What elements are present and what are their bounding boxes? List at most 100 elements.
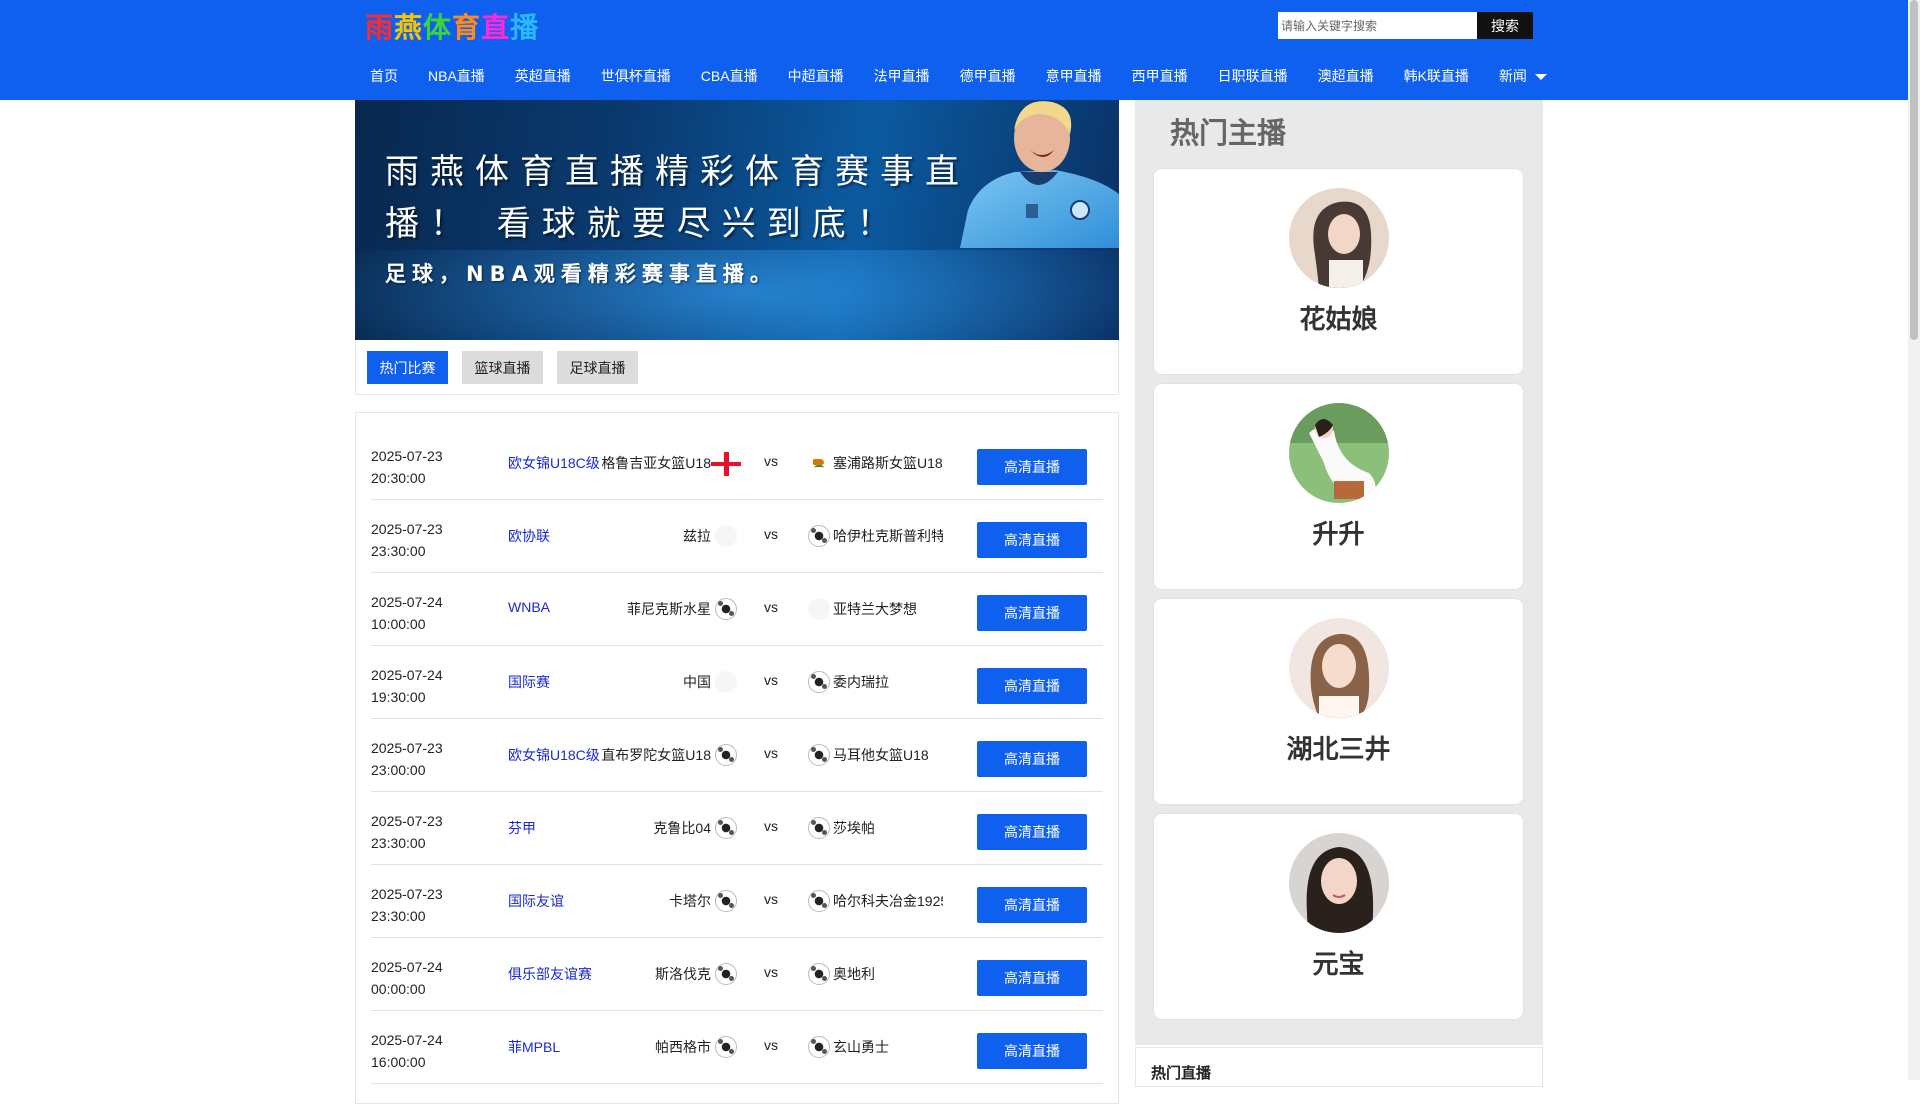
home-team: 兹拉 bbox=[683, 528, 711, 544]
nav-item-k-league[interactable]: 韩K联直播 bbox=[1389, 66, 1484, 86]
logo-char: 播 bbox=[510, 11, 540, 44]
match-date: 2025-07-23 bbox=[371, 886, 443, 902]
chevron-down-icon[interactable] bbox=[1534, 74, 1547, 81]
nav-item-bundesliga[interactable]: 德甲直播 bbox=[945, 66, 1031, 86]
match-datetime: 2025-07-23 23:30:00 bbox=[371, 883, 443, 927]
league-link[interactable]: 国际友谊 bbox=[508, 891, 564, 911]
vs-label: vs bbox=[764, 1037, 778, 1053]
nav-item-ligue1[interactable]: 法甲直播 bbox=[859, 66, 945, 86]
away-team: 玄山勇士 bbox=[833, 1039, 889, 1055]
away-team: 马耳他女篮U18 bbox=[833, 747, 929, 763]
home-team: 格鲁吉亚女篮U18 bbox=[596, 453, 711, 473]
away-team: 哈尔科夫冶金1925 bbox=[833, 893, 943, 909]
home-team: 菲尼克斯水星 bbox=[627, 601, 711, 617]
match-list: 2025-07-23 20:30:00 欧女锦U18C级 格鲁吉亚女篮U18 vs… bbox=[355, 412, 1119, 1104]
nav-item-cba[interactable]: CBA直播 bbox=[686, 66, 773, 86]
soccer-ball-icon bbox=[715, 890, 737, 912]
nav-item-serie-a[interactable]: 意甲直播 bbox=[1031, 66, 1117, 86]
nav-item-premier-league[interactable]: 英超直播 bbox=[500, 66, 586, 86]
search-button[interactable]: 搜索 bbox=[1477, 12, 1533, 39]
match-time: 10:00:00 bbox=[371, 616, 426, 632]
vs-label: vs bbox=[764, 891, 778, 907]
league-link[interactable]: 菲MPBL bbox=[508, 1037, 560, 1057]
match-date: 2025-07-24 bbox=[371, 959, 443, 975]
hd-live-button[interactable]: 高清直播 bbox=[977, 449, 1087, 485]
hd-live-button[interactable]: 高清直播 bbox=[977, 522, 1087, 558]
nav-item-csl[interactable]: 中超直播 bbox=[773, 66, 859, 86]
anchor-name: 花姑娘 bbox=[1299, 305, 1378, 335]
away-team: 奥地利 bbox=[833, 966, 875, 982]
avatar bbox=[1289, 403, 1389, 503]
hd-live-button[interactable]: 高清直播 bbox=[977, 887, 1087, 923]
anchor-card[interactable]: 湖北三井 bbox=[1154, 599, 1523, 804]
hd-live-button[interactable]: 高清直播 bbox=[977, 668, 1087, 704]
hd-live-button[interactable]: 高清直播 bbox=[977, 960, 1087, 996]
anchor-name: 元宝 bbox=[1312, 950, 1365, 980]
blank-icon bbox=[715, 525, 737, 547]
soccer-ball-icon bbox=[715, 744, 737, 766]
hd-live-button[interactable]: 高清直播 bbox=[977, 595, 1087, 631]
anchor-card[interactable]: 升升 bbox=[1154, 384, 1523, 589]
match-row: 2025-07-23 23:30:00 欧协联 兹拉 vs 哈伊杜克斯普利特 高清… bbox=[371, 500, 1103, 573]
nav-item-news[interactable]: 新闻 bbox=[1484, 66, 1555, 86]
league-link[interactable]: 欧女锦U18C级 bbox=[508, 453, 600, 473]
match-row: 2025-07-23 23:30:00 国际友谊 卡塔尔 vs 哈尔科夫冶金192… bbox=[371, 865, 1103, 938]
match-date: 2025-07-23 bbox=[371, 448, 443, 464]
match-datetime: 2025-07-24 16:00:00 bbox=[371, 1029, 443, 1073]
anchor-card[interactable]: 元宝 bbox=[1154, 814, 1523, 1019]
blank-icon bbox=[715, 671, 737, 693]
match-time: 23:30:00 bbox=[371, 543, 426, 559]
nav-item-j-league[interactable]: 日职联直播 bbox=[1203, 66, 1303, 86]
soccer-ball-icon bbox=[715, 963, 737, 985]
logo-char: 雨 bbox=[365, 11, 395, 44]
league-link[interactable]: 芬甲 bbox=[508, 818, 536, 838]
vs-label: vs bbox=[764, 745, 778, 761]
nav-item-a-league[interactable]: 澳超直播 bbox=[1303, 66, 1389, 86]
anchor-name: 湖北三井 bbox=[1286, 735, 1391, 765]
logo-char: 直 bbox=[481, 11, 511, 44]
match-date: 2025-07-24 bbox=[371, 1032, 443, 1048]
hot-anchors-panel: 热门主播 花姑娘 升升 湖北三井 元宝 bbox=[1135, 100, 1543, 1045]
match-datetime: 2025-07-24 00:00:00 bbox=[371, 956, 443, 1000]
vs-label: vs bbox=[764, 526, 778, 542]
vs-label: vs bbox=[764, 672, 778, 688]
tab-hot-matches[interactable]: 热门比赛 bbox=[367, 351, 448, 384]
match-time: 23:30:00 bbox=[371, 835, 426, 851]
vs-label: vs bbox=[764, 818, 778, 834]
nav-item-club-world-cup[interactable]: 世俱杯直播 bbox=[586, 66, 686, 86]
league-link[interactable]: 欧女锦U18C级 bbox=[508, 745, 600, 765]
nav-item-nba[interactable]: NBA直播 bbox=[413, 66, 500, 86]
hd-live-button[interactable]: 高清直播 bbox=[977, 741, 1087, 777]
vs-label: vs bbox=[764, 453, 778, 469]
home-team-label: 格鲁吉亚女篮U18 bbox=[601, 455, 711, 471]
hero-banner: 雨燕体育直播精彩体育赛事直播！ 看球就要尽兴到底！ 足球，NBA观看精彩赛事直播… bbox=[355, 100, 1119, 340]
league-link[interactable]: 国际赛 bbox=[508, 672, 550, 692]
vs-label: vs bbox=[764, 599, 778, 615]
search-input[interactable] bbox=[1278, 12, 1477, 39]
main-nav: 首页 NBA直播 英超直播 世俱杯直播 CBA直播 中超直播 法甲直播 德甲直播… bbox=[355, 60, 1555, 92]
tab-basketball[interactable]: 篮球直播 bbox=[462, 351, 543, 384]
banner-title: 雨燕体育直播精彩体育赛事直播！ 看球就要尽兴到底！ bbox=[385, 152, 970, 244]
site-logo[interactable]: 雨燕体育直播 bbox=[365, 6, 539, 44]
soccer-ball-icon bbox=[715, 1036, 737, 1058]
league-link[interactable]: 俱乐部友谊赛 bbox=[508, 964, 592, 984]
away-team: 塞浦路斯女篮U18 bbox=[833, 455, 943, 471]
match-datetime: 2025-07-24 19:30:00 bbox=[371, 664, 443, 708]
league-link[interactable]: 欧协联 bbox=[508, 526, 550, 546]
match-time: 00:00:00 bbox=[371, 981, 426, 997]
match-datetime: 2025-07-23 23:30:00 bbox=[371, 518, 443, 562]
hd-live-button[interactable]: 高清直播 bbox=[977, 1033, 1087, 1069]
league-link[interactable]: WNBA bbox=[508, 599, 550, 615]
home-team: 直布罗陀女篮U18 bbox=[601, 747, 711, 763]
match-time: 19:30:00 bbox=[371, 689, 426, 705]
match-datetime: 2025-07-23 20:30:00 bbox=[371, 445, 443, 489]
nav-item-la-liga[interactable]: 西甲直播 bbox=[1117, 66, 1203, 86]
scrollbar-thumb[interactable] bbox=[1910, 0, 1918, 340]
hd-live-button[interactable]: 高清直播 bbox=[977, 814, 1087, 850]
match-row: 2025-07-24 16:00:00 菲MPBL 帕西格市 vs 玄山勇士 高清… bbox=[371, 1011, 1103, 1084]
anchor-card[interactable]: 花姑娘 bbox=[1154, 169, 1523, 374]
tab-football[interactable]: 足球直播 bbox=[557, 351, 638, 384]
anchor-name: 升升 bbox=[1312, 520, 1365, 550]
match-row: 2025-07-23 23:30:00 芬甲 克鲁比04 vs 莎埃帕 高清直播 bbox=[371, 792, 1103, 865]
nav-item-home[interactable]: 首页 bbox=[355, 66, 413, 86]
